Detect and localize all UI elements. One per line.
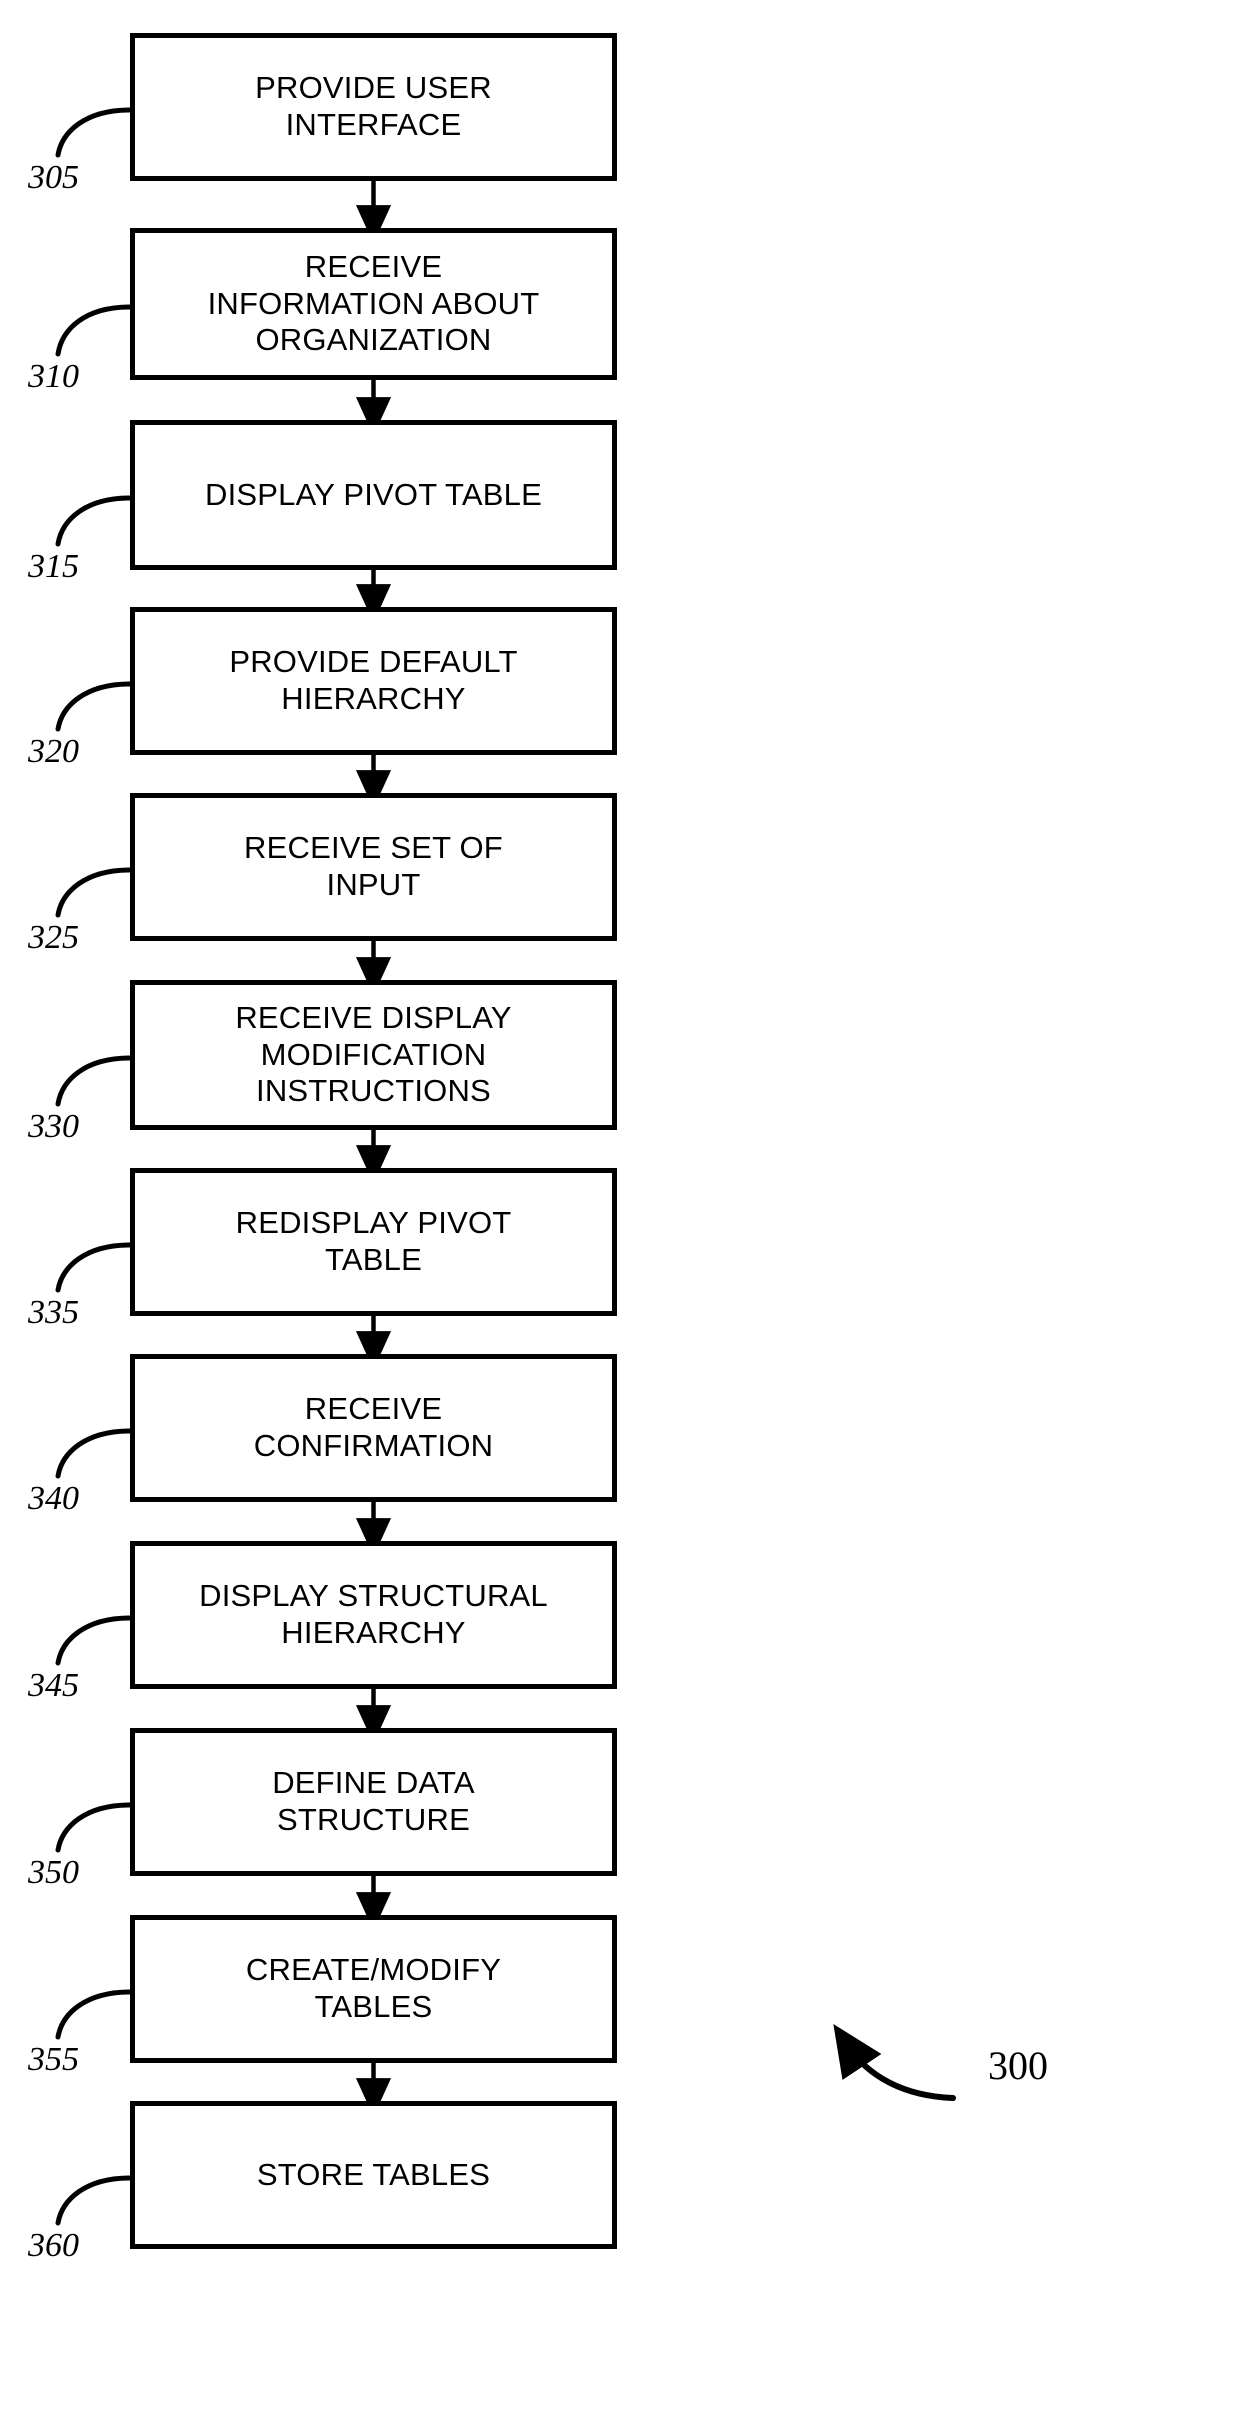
figure-reference-numeral: 300	[988, 2043, 1048, 2088]
process-box-label: RECEIVE DISPLAY MODIFICATION INSTRUCTION…	[235, 1000, 512, 1109]
step-reference-numeral-355: 355	[28, 2041, 79, 2078]
step-reference-numeral-320: 320	[28, 733, 79, 770]
process-box-label: RECEIVE CONFIRMATION	[253, 1391, 494, 1463]
process-box-label: REDISPLAY PIVOT TABLE	[235, 1205, 512, 1277]
process-box-label: CREATE/MODIFY TABLES	[245, 1952, 502, 2024]
leader-curve-320	[55, 681, 133, 732]
step-reference-numeral-350: 350	[28, 1854, 79, 1891]
leader-curve-310	[55, 304, 133, 357]
process-box-310: RECEIVE INFORMATION ABOUT ORGANIZATION	[130, 228, 617, 380]
process-box-335: REDISPLAY PIVOT TABLE	[130, 1168, 617, 1316]
step-reference-numeral-325: 325	[28, 919, 79, 956]
leader-lines	[55, 107, 133, 2226]
flowchart-figure-300: PROVIDE USER INTERFACE 305 RECEIVE INFORMA…	[0, 0, 1240, 2424]
process-box-label: DEFINE DATA STRUCTURE	[272, 1765, 475, 1837]
process-box-label: STORE TABLES	[256, 2156, 491, 2192]
process-box-350: DEFINE DATA STRUCTURE	[130, 1728, 617, 1876]
process-box-345: DISPLAY STRUCTURAL HIERARCHY	[130, 1541, 617, 1689]
leader-curve-335	[55, 1242, 133, 1293]
process-box-305: PROVIDE USER INTERFACE	[130, 33, 617, 181]
process-box-label: RECEIVE SET OF INPUT	[244, 830, 503, 902]
process-box-325: RECEIVE SET OF INPUT	[130, 793, 617, 941]
step-reference-numeral-340: 340	[28, 1480, 79, 1517]
leader-curve-355	[55, 1989, 133, 2040]
leader-curve-345	[55, 1615, 133, 1666]
process-box-360: STORE TABLES	[130, 2101, 617, 2249]
step-reference-numeral-335: 335	[28, 1294, 79, 1331]
step-reference-numeral-345: 345	[28, 1667, 79, 1704]
figure-leader-arrow	[833, 2024, 956, 2101]
process-box-label: RECEIVE INFORMATION ABOUT ORGANIZATION	[207, 249, 540, 358]
leader-curve-305	[55, 107, 133, 158]
process-box-320: PROVIDE DEFAULT HIERARCHY	[130, 607, 617, 755]
leader-curve-325	[55, 867, 133, 918]
leader-curve-330	[55, 1055, 133, 1107]
leader-curve-360	[55, 2175, 133, 2226]
process-box-340: RECEIVE CONFIRMATION	[130, 1354, 617, 1502]
process-box-label: PROVIDE USER INTERFACE	[255, 70, 492, 142]
step-reference-numeral-315: 315	[28, 548, 79, 585]
process-box-label: DISPLAY STRUCTURAL HIERARCHY	[199, 1578, 548, 1650]
process-box-355: CREATE/MODIFY TABLES	[130, 1915, 617, 2063]
step-reference-numeral-330: 330	[28, 1108, 79, 1145]
leader-curve-350	[55, 1802, 133, 1853]
process-box-330: RECEIVE DISPLAY MODIFICATION INSTRUCTION…	[130, 980, 617, 1130]
step-reference-numeral-310: 310	[28, 358, 79, 395]
leader-curve-340	[55, 1428, 133, 1479]
process-box-label: PROVIDE DEFAULT HIERARCHY	[229, 644, 518, 716]
step-reference-numeral-305: 305	[28, 159, 79, 196]
step-reference-numeral-360: 360	[28, 2227, 79, 2264]
leader-curve-315	[55, 495, 133, 547]
process-box-label: DISPLAY PIVOT TABLE	[205, 476, 542, 512]
process-box-315: DISPLAY PIVOT TABLE	[130, 420, 617, 570]
